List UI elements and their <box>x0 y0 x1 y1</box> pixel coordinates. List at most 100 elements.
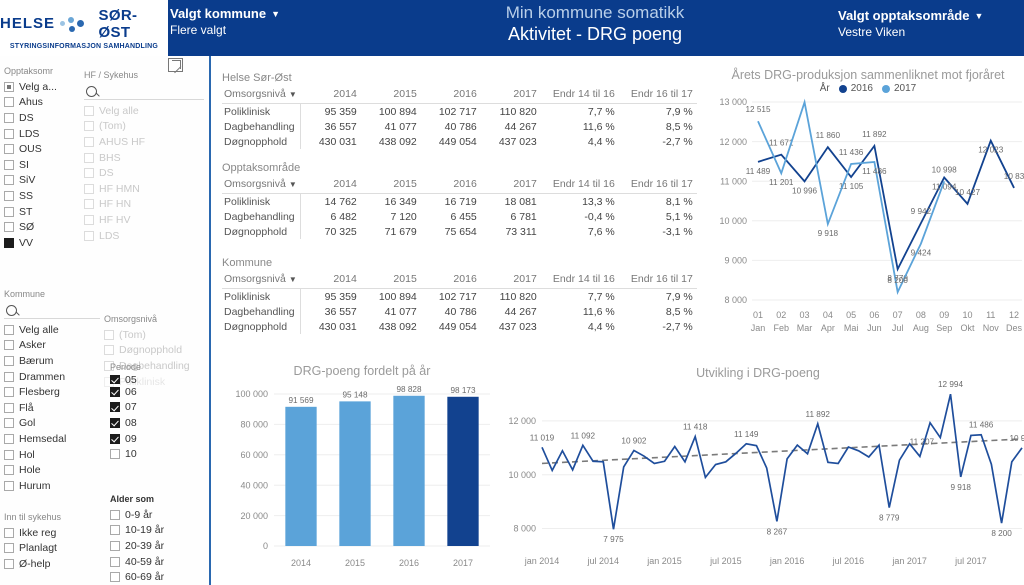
filter-option-periode[interactable]: 09 <box>110 431 200 447</box>
bar[interactable] <box>447 396 479 546</box>
column-header[interactable]: Endr 16 til 17 <box>618 87 697 104</box>
checkbox-icon[interactable] <box>4 190 14 201</box>
checkbox-icon[interactable] <box>4 237 14 248</box>
checkbox-icon[interactable] <box>4 402 14 413</box>
checkbox-icon[interactable] <box>4 97 14 108</box>
column-header[interactable]: 2016 <box>420 177 481 194</box>
filter-option-kommune[interactable]: Hemsedal <box>4 431 100 447</box>
filter-option-periode[interactable]: 10 <box>110 446 200 462</box>
line-series-2016[interactable] <box>757 138 1015 272</box>
column-header[interactable]: Omsorgsnivå ▼ <box>222 272 301 289</box>
filter-option-kommune[interactable]: Hol <box>4 447 100 463</box>
filter-option-kommune[interactable]: Hurum <box>4 478 100 494</box>
column-header[interactable]: 2017 <box>480 177 541 194</box>
checkbox-icon[interactable] <box>110 556 120 567</box>
checkbox-icon[interactable] <box>4 480 14 491</box>
filter-option-kommune[interactable]: Drammen <box>4 369 100 385</box>
line-series-2017[interactable] <box>757 98 946 295</box>
checkbox-icon[interactable] <box>4 433 14 444</box>
filter-option-opptaksomr[interactable]: LDS <box>4 126 80 142</box>
checkbox-icon[interactable] <box>4 81 14 92</box>
filter-option-opptaksomr[interactable]: SiV <box>4 173 80 189</box>
checkbox-icon[interactable] <box>110 509 120 520</box>
checkbox-icon[interactable] <box>4 206 14 217</box>
checkbox-icon[interactable] <box>110 540 120 551</box>
checkbox-icon[interactable] <box>4 465 14 476</box>
checkbox-icon[interactable] <box>110 525 120 536</box>
checkbox-icon[interactable] <box>4 527 14 538</box>
column-header[interactable]: 2016 <box>420 272 481 289</box>
filter-option-opptaksomr[interactable]: ST <box>4 204 80 220</box>
checkbox-icon[interactable] <box>110 433 120 444</box>
filter-option-alder[interactable]: 20-39 år <box>110 538 205 554</box>
filter-option-hf-sykehus[interactable]: BHS <box>84 150 204 166</box>
checkbox-icon[interactable] <box>4 159 14 170</box>
column-header[interactable]: 2015 <box>360 177 421 194</box>
column-header[interactable]: Endr 16 til 17 <box>618 272 697 289</box>
filter-option-kommune[interactable]: Bærum <box>4 353 100 369</box>
table-row[interactable]: Poliklinisk 95 359 100 894 102 717 110 820 7,… <box>222 288 697 304</box>
filter-option-periode[interactable]: 08 <box>110 415 200 431</box>
filter-option-opptaksomr[interactable]: DS <box>4 110 80 126</box>
column-header[interactable]: 2017 <box>480 87 541 104</box>
checkbox-icon[interactable] <box>4 543 14 554</box>
header-filter-kommune[interactable]: Valgt kommune ▼ Flere valgt <box>170 6 280 37</box>
filter-option-opptaksomr[interactable]: VV <box>4 235 80 251</box>
checkbox-icon[interactable] <box>110 417 120 428</box>
filter-option-kommune[interactable]: Hole <box>4 462 100 478</box>
checkbox-icon[interactable] <box>4 340 14 351</box>
checkbox-icon[interactable] <box>110 449 120 460</box>
column-header[interactable]: 2014 <box>300 177 361 194</box>
filter-option-kommune[interactable]: Gol <box>4 416 100 432</box>
checkbox-icon[interactable] <box>4 418 14 429</box>
filter-option-opptaksomr[interactable]: SS <box>4 188 80 204</box>
column-header[interactable]: 2017 <box>480 272 541 289</box>
filter-option-inn-til-sykehus[interactable]: Ø-help <box>4 556 99 572</box>
table-row[interactable]: Dagbehandling 36 557 41 077 40 786 44 267 11,… <box>222 304 697 319</box>
table-row[interactable]: Dagbehandling 6 482 7 120 6 455 6 781 -0,4 % 5… <box>222 209 697 224</box>
checkbox-icon[interactable] <box>110 386 120 397</box>
column-header[interactable]: 2016 <box>420 87 481 104</box>
checkbox-icon[interactable] <box>84 183 94 194</box>
column-header[interactable]: Omsorgsnivå ▼ <box>222 87 301 104</box>
filter-option-omsorgsniva[interactable]: (Tom) <box>104 327 209 343</box>
filter-option-hf-sykehus[interactable]: HF HN <box>84 197 204 213</box>
column-header[interactable]: 2014 <box>300 272 361 289</box>
checkbox-icon[interactable] <box>4 371 14 382</box>
checkbox-icon[interactable] <box>4 144 14 155</box>
filter-option-hf-sykehus[interactable]: HF HV <box>84 212 204 228</box>
checkbox-icon[interactable] <box>84 105 94 116</box>
filter-option-hf-sykehus[interactable]: DS <box>84 165 204 181</box>
checkbox-icon[interactable] <box>4 112 14 123</box>
table-row[interactable]: Poliklinisk 95 359 100 894 102 717 110 820 7,… <box>222 103 697 119</box>
filter-option-alder[interactable]: 0-9 år <box>110 507 205 523</box>
filter-option-opptaksomr[interactable]: Ahus <box>4 95 80 111</box>
filter-option-hf-sykehus[interactable]: LDS <box>84 228 204 244</box>
checkbox-icon[interactable] <box>104 329 114 340</box>
checkbox-icon[interactable] <box>4 355 14 366</box>
checkbox-icon[interactable] <box>84 136 94 147</box>
column-header[interactable]: Omsorgsnivå ▼ <box>222 177 301 194</box>
filter-option-hf-sykehus[interactable]: Velg alle <box>84 103 204 119</box>
filter-option-alder[interactable]: 40-59 år <box>110 554 205 570</box>
checkbox-icon[interactable] <box>84 152 94 163</box>
checkbox-icon[interactable] <box>84 214 94 225</box>
column-header[interactable]: 2014 <box>300 87 361 104</box>
column-header[interactable]: Endr 14 til 16 <box>540 87 619 104</box>
filter-option-kommune[interactable]: Flå <box>4 400 100 416</box>
filter-option-opptaksomr[interactable]: Velg a... <box>4 79 80 95</box>
filter-option-kommune[interactable]: Velg alle <box>4 322 100 338</box>
checkbox-icon[interactable] <box>84 168 94 179</box>
checkbox-icon[interactable] <box>4 324 14 335</box>
filter-option-opptaksomr[interactable]: OUS <box>4 141 80 157</box>
bar[interactable] <box>285 406 317 546</box>
column-header[interactable]: Endr 14 til 16 <box>540 177 619 194</box>
checkbox-icon[interactable] <box>4 128 14 139</box>
filter-option-opptaksomr[interactable]: SI <box>4 157 80 173</box>
bar[interactable] <box>339 401 371 546</box>
filter-option-periode[interactable]: 06 <box>110 384 200 400</box>
filter-option-kommune[interactable]: Asker <box>4 338 100 354</box>
checkbox-icon[interactable] <box>4 222 14 233</box>
table-row[interactable]: Døgnopphold 430 031 438 092 449 054 437 023 4… <box>222 319 697 334</box>
filter-option-kommune[interactable]: Flesberg <box>4 384 100 400</box>
